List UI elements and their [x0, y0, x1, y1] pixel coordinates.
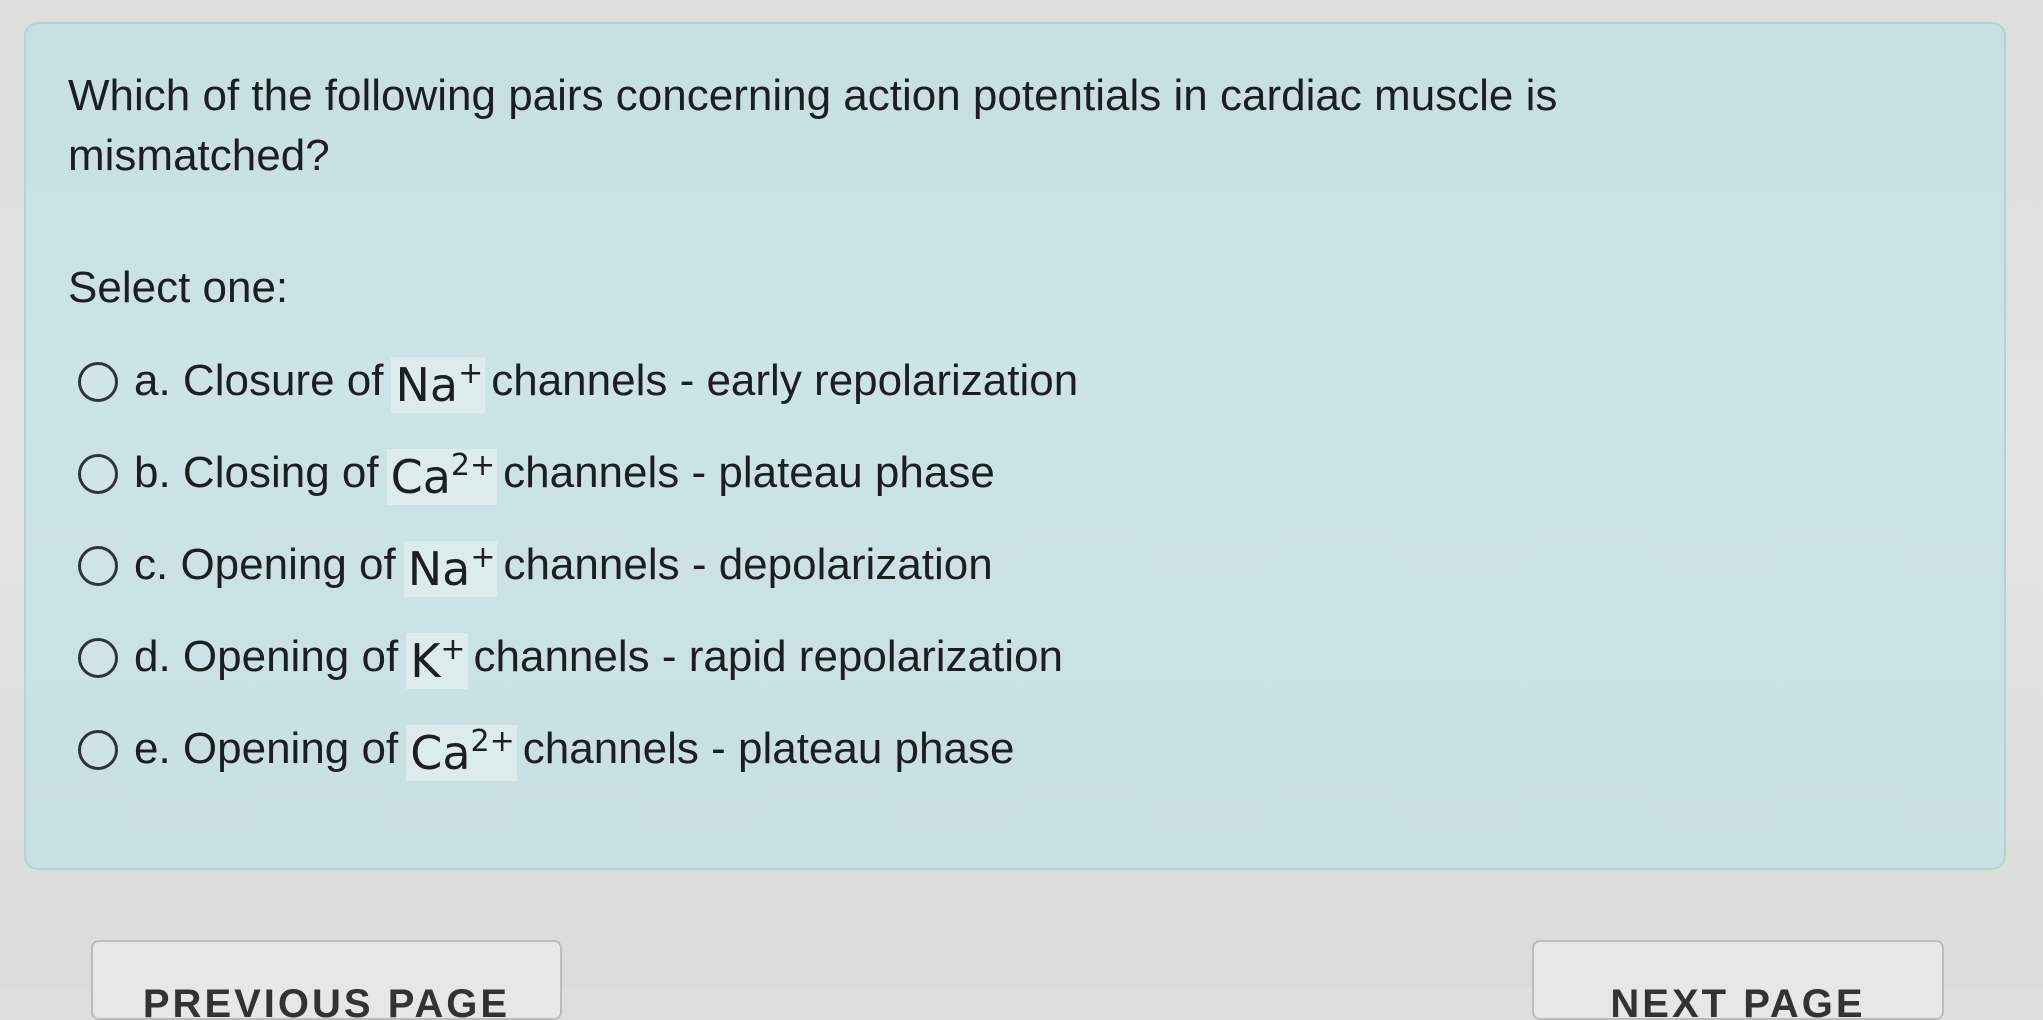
previous-page-button[interactable]: PREVIOUS PAGE — [91, 940, 562, 1020]
radio-button-e[interactable] — [78, 730, 118, 770]
answer-option-a[interactable]: a. Closure of Na+ channels - early repolar… — [78, 336, 1078, 428]
answer-text-d: d. Opening of K+ channels - rapid repolari… — [134, 632, 1063, 689]
answer-text-b: b. Closing of Ca2+ channels - plateau phas… — [134, 448, 995, 505]
answer-option-e[interactable]: e. Opening of Ca2+ channels - plateau phas… — [78, 704, 1078, 796]
sodium-ion-formula: Na+ — [391, 357, 486, 413]
answer-option-c[interactable]: c. Opening of Na+ channels - depolarizatio… — [78, 520, 1078, 612]
radio-button-b[interactable] — [78, 454, 118, 494]
radio-button-c[interactable] — [78, 546, 118, 586]
potassium-ion-formula: K+ — [406, 633, 468, 689]
radio-button-d[interactable] — [78, 638, 118, 678]
question-text: Which of the following pairs concerning … — [68, 71, 1558, 180]
answer-options: a. Closure of Na+ channels - early repolar… — [78, 336, 1078, 796]
select-one-label: Select one: — [68, 263, 289, 312]
answer-option-d[interactable]: d. Opening of K+ channels - rapid repolari… — [78, 612, 1078, 704]
radio-button-a[interactable] — [78, 362, 118, 402]
answer-option-b[interactable]: b. Closing of Ca2+ channels - plateau phas… — [78, 428, 1078, 520]
next-page-button[interactable]: NEXT PAGE — [1532, 940, 1944, 1020]
answer-text-e: e. Opening of Ca2+ channels - plateau phas… — [134, 724, 1015, 781]
calcium-ion-formula: Ca2+ — [386, 449, 498, 505]
calcium-ion-formula: Ca2+ — [406, 725, 517, 781]
sodium-ion-formula: Na+ — [403, 541, 498, 597]
answer-text-a: a. Closure of Na+ channels - early repolar… — [134, 356, 1079, 413]
answer-text-c: c. Opening of Na+ channels - depolarizatio… — [134, 540, 993, 597]
